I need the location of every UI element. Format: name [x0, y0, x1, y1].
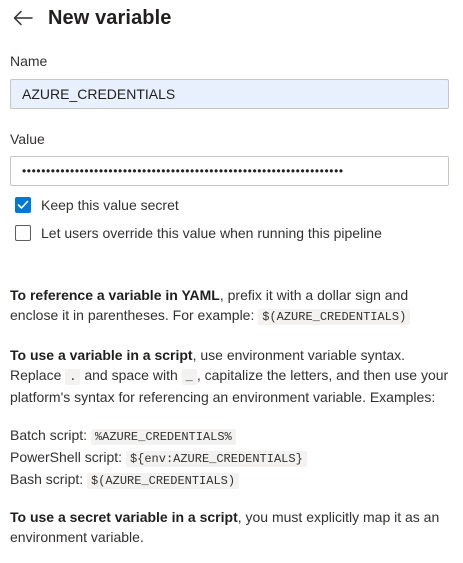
back-button[interactable] [10, 5, 36, 31]
allow-override-label: Let users override this value when runni… [41, 225, 382, 241]
help-yaml-strong: To reference a variable in YAML [10, 287, 220, 303]
name-input[interactable] [10, 79, 449, 109]
help-script-code-dot: . [65, 369, 81, 385]
help-yaml-code: $(AZURE_CREDENTIALS) [258, 309, 411, 325]
help-secret-paragraph: To use a secret variable in a script, yo… [10, 507, 455, 547]
help-yaml-paragraph: To reference a variable in YAML, prefix … [10, 285, 455, 327]
allow-override-option[interactable]: Let users override this value when runni… [15, 225, 382, 241]
example-bash: Bash script: $(AZURE_CREDENTIALS) [10, 469, 455, 491]
allow-override-checkbox[interactable] [15, 225, 31, 241]
keep-secret-option[interactable]: Keep this value secret [15, 197, 179, 213]
help-script-code-underscore: _ [181, 369, 197, 385]
help-script-strong: To use a variable in a script [10, 347, 193, 363]
page-title: New variable [48, 6, 172, 29]
arrow-left-icon [13, 10, 33, 26]
value-label: Value [10, 131, 45, 147]
example-batch: Batch script: %AZURE_CREDENTIALS% [10, 425, 455, 447]
checkmark-icon [17, 200, 29, 209]
panel-header: New variable [10, 4, 172, 32]
example-powershell: PowerShell script: ${env:AZURE_CREDENTIA… [10, 447, 455, 469]
keep-secret-checkbox[interactable] [15, 197, 31, 213]
help-script-paragraph: To use a variable in a script, use envir… [10, 345, 455, 407]
help-script-text2: and space with [80, 367, 182, 383]
help-examples: Batch script: %AZURE_CREDENTIALS% PowerS… [10, 425, 455, 491]
name-label: Name [10, 53, 48, 69]
keep-secret-label: Keep this value secret [41, 197, 179, 213]
help-secret-strong: To use a secret variable in a script [10, 509, 238, 525]
value-input[interactable] [10, 156, 449, 186]
